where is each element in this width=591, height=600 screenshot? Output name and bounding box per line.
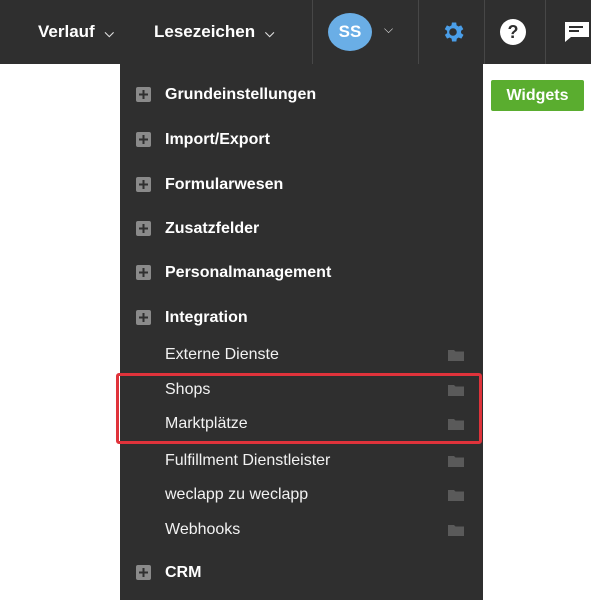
menu-item-integration[interactable]: Integration <box>120 301 483 335</box>
menu-subitem-fulfillment-dienstleister[interactable]: Fulfillment Dienstleister <box>120 444 483 478</box>
menu-subitem-webhooks[interactable]: Webhooks <box>120 513 483 547</box>
folder-icon <box>448 419 464 430</box>
menu-item-label: Integration <box>165 309 248 326</box>
menu-item-label: Formularwesen <box>165 176 284 193</box>
menu-item-formularwesen[interactable]: Formularwesen <box>120 168 483 202</box>
chevron-down-icon: ⌵ <box>265 25 275 40</box>
chat-icon[interactable] <box>563 20 591 44</box>
menu-subitem-shops[interactable]: Shops <box>120 373 483 407</box>
menu-item-personalmanagement[interactable]: Personalmanagement <box>120 256 483 290</box>
settings-button[interactable] <box>423 0 483 64</box>
expand-plus-icon <box>136 221 151 236</box>
menu-item-label: Marktplätze <box>165 415 248 432</box>
history-label: Verlauf <box>38 22 95 41</box>
menu-item-label: Import/Export <box>165 131 270 148</box>
folder-icon <box>448 525 464 536</box>
menu-item-zusatzfelder[interactable]: Zusatzfelder <box>120 212 483 246</box>
folder-icon <box>448 350 464 361</box>
menu-item-label: Personalmanagement <box>165 264 332 281</box>
menu-item-label: Grundeinstellungen <box>165 86 317 103</box>
divider <box>418 0 419 64</box>
folder-icon <box>448 490 464 501</box>
bookmarks-label: Lesezeichen <box>154 22 256 41</box>
menu-item-label: weclapp zu weclapp <box>165 486 309 503</box>
chevron-down-icon: ⌵ <box>104 25 114 40</box>
menu-item-label: Zusatzfelder <box>165 220 260 237</box>
menu-subitem-marktplaetze[interactable]: Marktplätze <box>120 407 483 441</box>
menu-item-import-export[interactable]: Import/Export <box>120 123 483 157</box>
menu-item-grundeinstellungen[interactable]: Grundeinstellungen <box>120 78 483 112</box>
menu-item-label: Externe Dienste <box>165 346 279 363</box>
expand-plus-icon <box>136 310 151 325</box>
settings-dropdown-menu: Grundeinstellungen Import/Export Formula… <box>120 64 483 600</box>
divider <box>312 0 313 64</box>
expand-plus-icon <box>136 87 151 102</box>
expand-plus-icon <box>136 265 151 280</box>
menu-item-label: Shops <box>165 381 211 398</box>
menu-subitem-externe-dienste[interactable]: Externe Dienste <box>120 338 483 372</box>
widgets-button[interactable]: Widgets <box>491 80 584 111</box>
bookmarks-menu[interactable]: Lesezeichen ⌵ <box>154 0 274 64</box>
expand-plus-icon <box>136 177 151 192</box>
expand-plus-icon <box>136 565 151 580</box>
expand-plus-icon <box>136 132 151 147</box>
menu-subitem-weclapp-zu-weclapp[interactable]: weclapp zu weclapp <box>120 478 483 512</box>
divider <box>545 0 546 64</box>
folder-icon <box>448 385 464 396</box>
gear-icon <box>444 22 464 42</box>
menu-item-label: Webhooks <box>165 521 241 538</box>
folder-icon <box>448 456 464 467</box>
help-icon[interactable]: ? <box>500 19 526 45</box>
menu-item-label: CRM <box>165 564 202 581</box>
divider <box>484 0 485 64</box>
history-menu[interactable]: Verlauf ⌵ <box>38 0 114 64</box>
menu-item-label: Fulfillment Dienstleister <box>165 452 331 469</box>
user-avatar[interactable]: SS <box>328 13 372 51</box>
menu-item-crm[interactable]: CRM <box>120 556 483 590</box>
top-nav-bar: Verlauf ⌵ Lesezeichen ⌵ SS ⌵ ? <box>0 0 591 64</box>
chevron-down-icon[interactable]: ⌵ <box>384 22 393 37</box>
